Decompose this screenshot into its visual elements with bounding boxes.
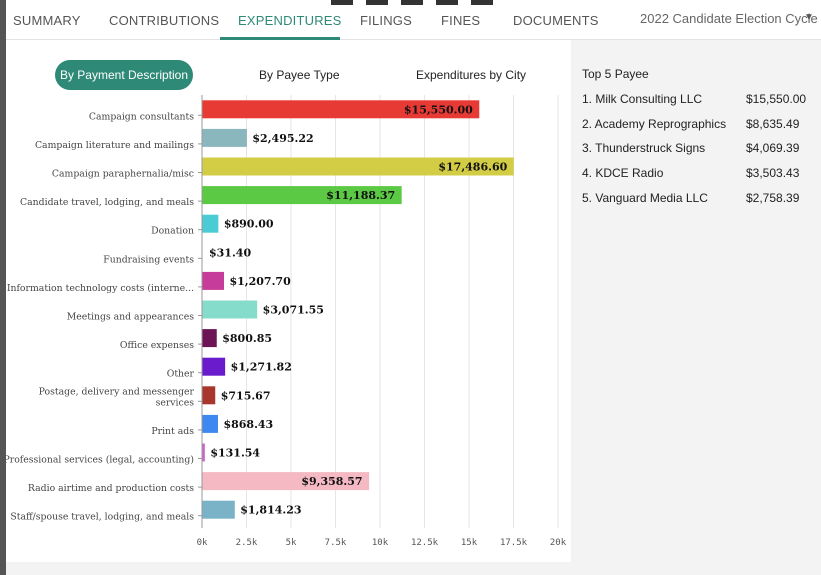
data-label: $2,495.22 <box>252 132 313 145</box>
bar <box>202 443 205 462</box>
payee-name: 3. Thunderstruck Signs <box>582 141 706 155</box>
payee-amount: $4,069.39 <box>746 141 800 155</box>
header-decoration <box>436 0 458 5</box>
data-label: $17,486.60 <box>438 161 507 174</box>
payee-row: 3. Thunderstruck Signs $4,069.39 <box>582 141 812 161</box>
data-label: $31.40 <box>209 246 251 259</box>
category-label: Information technology costs (interne... <box>7 283 194 294</box>
bar <box>202 214 219 233</box>
x-tick-label: 2.5k <box>236 538 258 548</box>
category-label: Campaign literature and mailings <box>35 140 194 151</box>
header-decoration <box>401 0 423 5</box>
category-label: Professional services (legal, accounting… <box>6 455 194 466</box>
subtab-by-payment-description[interactable]: By Payment Description <box>55 60 193 90</box>
bar <box>202 329 217 348</box>
category-label: Staff/spouse travel, lodging, and meals <box>10 512 194 523</box>
x-tick-label: 17.5k <box>500 538 528 548</box>
bar <box>202 357 226 376</box>
bar <box>202 414 218 433</box>
x-tick-label: 10k <box>372 538 389 548</box>
category-label: Other <box>167 369 195 380</box>
tab-expenditures[interactable]: EXPENDITURES <box>238 13 342 28</box>
bar <box>202 500 235 519</box>
category-label: Radio airtime and production costs <box>28 483 194 494</box>
footer-strip <box>6 562 821 575</box>
tab-filings[interactable]: FILINGS <box>360 13 412 28</box>
data-label: $715.67 <box>221 389 271 402</box>
data-label: $1,271.82 <box>231 361 292 374</box>
x-tick-label: 5k <box>286 538 297 548</box>
category-label: Meetings and appearances <box>67 312 195 323</box>
app-window: SUMMARY CONTRIBUTIONS EXPENDITURES FILIN… <box>0 0 821 575</box>
payee-amount: $2,758.39 <box>746 191 800 205</box>
subtab-by-payee-type[interactable]: By Payee Type <box>259 68 340 82</box>
bar <box>202 128 247 147</box>
x-tick-label: 20k <box>550 538 566 548</box>
data-label: $11,188.37 <box>326 189 395 202</box>
data-label: $1,814.23 <box>240 504 301 517</box>
payee-name: 1. Milk Consulting LLC <box>582 92 703 106</box>
category-label: Candidate travel, lodging, and meals <box>20 197 194 208</box>
tab-documents[interactable]: DOCUMENTS <box>513 13 599 28</box>
bar <box>202 300 258 319</box>
expenditures-bar-chart: 0k 2.5k 5k 7.5k 10k 12.5k 15k 17.5k 20k Campaign … <box>6 95 566 548</box>
category-label: services <box>156 397 195 408</box>
category-label: Print ads <box>151 426 194 437</box>
header-decoration <box>471 0 493 5</box>
tab-summary[interactable]: SUMMARY <box>13 13 81 28</box>
bar <box>202 243 204 262</box>
payee-row: 1. Milk Consulting LLC $15,550.00 <box>582 92 812 112</box>
x-tick-label: 15k <box>461 538 478 548</box>
top-payees-title: Top 5 Payee <box>582 67 649 81</box>
payee-row: 5. Vanguard Media LLC $2,758.39 <box>582 191 812 211</box>
subtab-expenditures-by-city[interactable]: Expenditures by City <box>416 68 526 82</box>
payee-name: 4. KDCE Radio <box>582 166 664 180</box>
category-label: Campaign paraphernalia/misc <box>52 169 194 180</box>
header-decoration <box>366 0 388 5</box>
x-tick-label: 7.5k <box>325 538 347 548</box>
header-decoration <box>331 0 353 5</box>
category-label: Office expenses <box>120 340 194 351</box>
category-label: Donation <box>151 226 194 237</box>
tab-fines[interactable]: FINES <box>441 13 480 28</box>
data-label: $15,550.00 <box>404 103 473 116</box>
data-label: $868.43 <box>223 418 273 431</box>
data-label: $9,358.57 <box>301 475 362 488</box>
payee-name: 5. Vanguard Media LLC <box>582 191 708 205</box>
data-label: $131.54 <box>210 447 260 460</box>
bar <box>202 386 216 405</box>
payee-amount: $8,635.49 <box>746 117 800 131</box>
tab-contributions[interactable]: CONTRIBUTIONS <box>109 13 219 28</box>
payee-row: 4. KDCE Radio $3,503.43 <box>582 166 812 186</box>
x-tick-label: 0k <box>197 538 208 548</box>
payee-row: 2. Academy Reprographics $8,635.49 <box>582 117 812 137</box>
category-label: Fundraising events <box>103 254 194 265</box>
category-label: Campaign consultants <box>89 111 194 122</box>
payee-name: 2. Academy Reprographics <box>582 117 727 131</box>
bar <box>202 271 224 290</box>
category-label: Postage, delivery and messenger <box>39 386 195 397</box>
data-label: $890.00 <box>224 218 274 231</box>
data-label: $3,071.55 <box>263 304 324 317</box>
payee-amount: $3,503.43 <box>746 166 800 180</box>
payee-amount: $15,550.00 <box>746 92 807 106</box>
x-tick-label: 12.5k <box>411 538 439 548</box>
election-cycle-select[interactable]: 2022 Candidate Election Cycle <box>640 11 818 26</box>
data-label: $1,207.70 <box>229 275 291 288</box>
data-label: $800.85 <box>222 332 272 345</box>
chevron-down-icon[interactable]: ▼ <box>804 12 814 23</box>
